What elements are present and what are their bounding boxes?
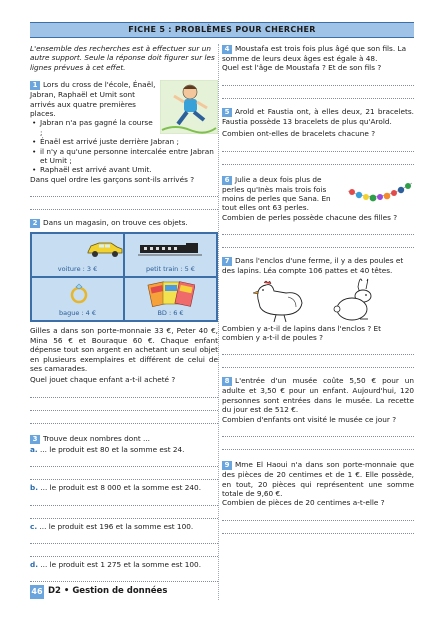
sub-question-d: d. ... le produit est 1 275 et la somme … bbox=[30, 559, 202, 569]
instructions: L'ensemble des recherches est à effectue… bbox=[30, 44, 215, 72]
problem-6: 6 Julie a deux fois plus de perles qu'Inè… bbox=[222, 175, 414, 249]
answer-line[interactable] bbox=[30, 569, 218, 583]
problem-question: Quel est l'âge de Moustafa ? Et de son f… bbox=[222, 63, 382, 73]
answer-line[interactable] bbox=[222, 508, 414, 521]
list-item: Raphaël est arrivé avant Umit. bbox=[32, 165, 218, 175]
object-label: BD : 6 € bbox=[157, 309, 184, 318]
chapter-title: D2 • Gestion de données bbox=[48, 586, 168, 596]
problem-text: Dans l'enclos d'une ferme, il y a des po… bbox=[222, 256, 404, 276]
answer-line[interactable] bbox=[30, 197, 218, 211]
list-item: Énaël est arrivé juste derrière Jabran ; bbox=[32, 137, 218, 147]
problem-7: 7 Dans l'enclos d'une ferme, il y a des p… bbox=[222, 256, 414, 369]
problem-number: 8 bbox=[222, 377, 232, 387]
problem-9: 9 Mme El Haoui n'a dans son porte-monnaie… bbox=[222, 460, 414, 534]
problem-3: 3 Trouve deux nombres dont ... a. ... le … bbox=[30, 434, 218, 583]
problem-number: 4 bbox=[222, 45, 232, 54]
problem-1: 1 Lors du cross de l'école, Énaël, Jabran… bbox=[30, 80, 218, 211]
answer-line[interactable] bbox=[222, 342, 414, 356]
answer-line[interactable] bbox=[222, 355, 414, 369]
object-train: petit train : 5 € bbox=[124, 233, 217, 278]
ring-icon bbox=[70, 283, 88, 304]
toy-train-icon bbox=[138, 243, 202, 256]
problem-question: Combien y a-t-il de lapins dans l'enclos… bbox=[222, 323, 381, 343]
problem-text: Mme El Haoui n'a dans son porte-monnaie … bbox=[222, 460, 414, 498]
sub-question-c: c. ... le produit est 196 et la somme es… bbox=[30, 521, 194, 531]
worksheet-page: FICHE 5 : PROBLÈMES POUR CHERCHER L'ense… bbox=[0, 0, 435, 619]
answer-line[interactable] bbox=[222, 73, 414, 86]
problem-number: 1 bbox=[30, 81, 40, 91]
right-column: 4 Moustafa est trois fois plus âgé que so… bbox=[222, 44, 414, 534]
answer-line[interactable] bbox=[30, 184, 218, 198]
problem-2: 2 Dans un magasin, on trouve ces objets. … bbox=[30, 218, 218, 424]
problem-text: Arold et Faustia ont, à elles deux, 21 b… bbox=[222, 106, 414, 126]
problem-text: Gilles a dans son porte-monnaie 33 €, Pe… bbox=[30, 326, 218, 373]
answer-line[interactable] bbox=[30, 506, 218, 519]
answer-line[interactable] bbox=[222, 152, 414, 165]
sub-question-a: a. ... le produit est 80 et la somme est… bbox=[30, 444, 185, 454]
page-number: 46 bbox=[30, 585, 44, 599]
object-label: petit train : 5 € bbox=[146, 265, 195, 274]
farm-animals bbox=[222, 276, 414, 324]
answer-line[interactable] bbox=[222, 86, 414, 99]
problem-4: 4 Moustafa est trois fois plus âgé que so… bbox=[222, 44, 414, 99]
answer-line[interactable] bbox=[30, 385, 218, 398]
object-label: bague : 4 € bbox=[58, 309, 96, 318]
problem-8: 8 L'entrée d'un musée coûte 5,50 € pour u… bbox=[222, 376, 414, 451]
problem-question: Combien d'enfants ont visité le musée ce… bbox=[222, 414, 397, 424]
answer-line[interactable] bbox=[30, 531, 218, 544]
comic-books-icon bbox=[147, 281, 195, 308]
bead-necklace-illustration bbox=[347, 182, 413, 202]
object-label: voiture : 3 € bbox=[57, 265, 98, 274]
answer-line[interactable] bbox=[30, 454, 218, 468]
hen-illustration bbox=[252, 280, 303, 322]
answer-line[interactable] bbox=[222, 521, 414, 534]
problem-text: Trouve deux nombres dont ... bbox=[43, 433, 150, 443]
problem-number: 3 bbox=[30, 434, 40, 444]
sheet-header: FICHE 5 : PROBLÈMES POUR CHERCHER bbox=[30, 22, 414, 38]
object-comics: BD : 6 € bbox=[124, 277, 217, 322]
problem-number: 5 bbox=[222, 107, 232, 117]
problem-text: Moustafa est trois fois plus âgé que son… bbox=[222, 44, 407, 63]
problem-number: 2 bbox=[30, 219, 40, 229]
answer-line[interactable] bbox=[30, 493, 218, 506]
object-ring: bague : 4 € bbox=[31, 277, 124, 322]
list-item: il n'y a qu'une personne intercalée entr… bbox=[32, 147, 218, 166]
answer-line[interactable] bbox=[30, 398, 218, 411]
answer-line[interactable] bbox=[30, 544, 218, 557]
problem-question: Combien ont-elles de bracelets chacune ? bbox=[222, 129, 376, 139]
problem-question: Combien de perles possède chacune des fi… bbox=[222, 212, 398, 222]
problem-text: Julie a deux fois plus de perles qu'Inès… bbox=[222, 174, 331, 213]
answer-line[interactable] bbox=[222, 437, 414, 451]
list-item: Jabran n'a pas gagné la course ; bbox=[32, 118, 218, 137]
rabbit-illustration bbox=[333, 278, 372, 321]
column-divider bbox=[218, 44, 219, 600]
problem-number: 7 bbox=[222, 257, 232, 267]
problem-text: L'entrée d'un musée coûte 5,50 € pour un… bbox=[222, 376, 414, 415]
problem-question: Dans quel ordre les garçons sont-ils arr… bbox=[30, 174, 195, 184]
problem-question: Combien de pièces de 20 centimes a-t-ell… bbox=[222, 498, 385, 508]
page-footer: 46 D2 • Gestion de données bbox=[30, 585, 230, 599]
problem-text: Dans un magasin, on trouve ces objets. bbox=[43, 218, 188, 228]
answer-line[interactable] bbox=[222, 235, 414, 249]
sub-question-b: b. ... le produit est 8 000 et la somme … bbox=[30, 483, 202, 493]
answer-line[interactable] bbox=[30, 411, 218, 424]
left-column: L'ensemble des recherches est à effectue… bbox=[30, 44, 218, 583]
problem-question: Quel jouet chaque enfant a-t-il acheté ? bbox=[30, 375, 176, 385]
answer-line[interactable] bbox=[222, 424, 414, 438]
answer-line[interactable] bbox=[30, 467, 218, 481]
objects-grid: voiture : 3 € petit train : 5 € bague: … bbox=[30, 232, 218, 323]
object-car: voiture : 3 € bbox=[31, 233, 124, 278]
problem-number: 6 bbox=[222, 175, 232, 185]
problem-number: 9 bbox=[222, 461, 232, 471]
answer-line[interactable] bbox=[222, 222, 414, 236]
clue-list: Jabran n'a pas gagné la course ; Énaël e… bbox=[30, 118, 218, 175]
problem-5: 5 Arold et Faustia ont, à elles deux, 21 … bbox=[222, 107, 414, 165]
problem-text: Lors du cross de l'école, Énaël, Jabran,… bbox=[30, 80, 156, 119]
toy-car-icon bbox=[87, 242, 123, 258]
answer-line[interactable] bbox=[222, 139, 414, 152]
